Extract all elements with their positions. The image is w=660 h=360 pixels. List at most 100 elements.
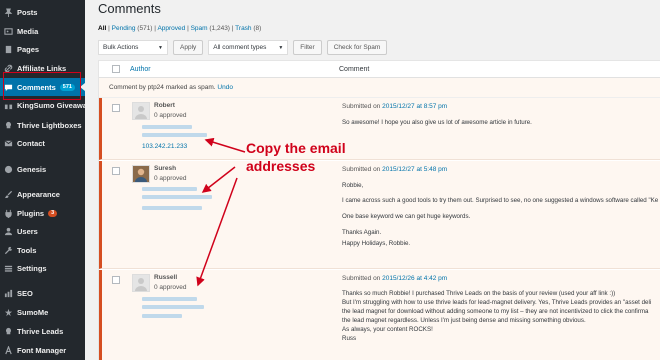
sidebar-item-thrive-lightboxes[interactable]: Thrive Lightboxes bbox=[0, 116, 85, 134]
approved-count: 0 approved bbox=[154, 284, 187, 291]
submitted-meta: Submitted on 2015/12/27 at 5:48 pm bbox=[342, 166, 448, 173]
sidebar-item-tools[interactable]: Tools bbox=[0, 241, 85, 259]
chevron-down-icon: ▼ bbox=[278, 44, 284, 51]
filter-spam[interactable]: Spam (1,243) bbox=[191, 25, 230, 32]
page-icon bbox=[3, 44, 13, 54]
comment-date-link[interactable]: 2015/12/26 at 4:42 pm bbox=[382, 275, 447, 282]
sidebar-item-genesis[interactable]: Genesis bbox=[0, 160, 85, 178]
author-ip-link[interactable]: 103.242.21.233 bbox=[142, 143, 187, 150]
row-checkbox[interactable] bbox=[112, 167, 120, 175]
sidebar-item-label: Pages bbox=[17, 44, 40, 54]
sidebar-item-pages[interactable]: Pages bbox=[0, 40, 85, 58]
redacted-ip bbox=[142, 314, 182, 318]
sidebar-item-font-manager[interactable]: Font Manager bbox=[0, 341, 85, 359]
sidebar-item-label: SumoMe bbox=[17, 307, 49, 317]
sidebar-item-kingsumo-giveaways[interactable]: KingSumo Giveaways bbox=[0, 96, 85, 114]
sidebar-item-users[interactable]: Users bbox=[0, 222, 85, 240]
filter-all[interactable]: All bbox=[98, 25, 106, 32]
brush-icon bbox=[3, 189, 13, 199]
sidebar-item-label: Posts bbox=[17, 7, 38, 17]
sidebar-item-label: Contact bbox=[17, 138, 45, 148]
settings-icon bbox=[3, 263, 13, 273]
sidebar-item-label: KingSumo Giveaways bbox=[17, 100, 85, 110]
bulk-actions-select[interactable]: Bulk Actions ▼ bbox=[98, 40, 168, 55]
filter-trash[interactable]: Trash (8) bbox=[235, 25, 261, 32]
sidebar-item-label: Media bbox=[17, 26, 39, 36]
comment-author-name: Suresh bbox=[154, 165, 177, 172]
apply-button[interactable]: Apply bbox=[173, 40, 204, 55]
column-author[interactable]: Author bbox=[130, 66, 151, 73]
comment-text-line: Thanks so much Robbie! I purchased Thriv… bbox=[342, 290, 616, 297]
comment-types-select[interactable]: All comment types ▼ bbox=[208, 40, 289, 55]
sidebar-item-posts[interactable]: Posts bbox=[0, 3, 85, 21]
sidebar-item-sumome[interactable]: SumoMe bbox=[0, 303, 85, 321]
sidebar-item-seo[interactable]: SEO bbox=[0, 284, 85, 302]
comment-text-line: As always, your content ROCKS! bbox=[342, 326, 433, 333]
sidebar-item-appearance[interactable]: Appearance bbox=[0, 185, 85, 203]
sidebar-item-label: Users bbox=[17, 226, 38, 236]
sidebar-item-plugins[interactable]: Plugins 3 bbox=[0, 204, 85, 222]
column-comment: Comment bbox=[339, 66, 370, 73]
wrench-icon bbox=[3, 245, 13, 255]
comment-author-name: Robert bbox=[154, 102, 175, 109]
comment-text-line: Happy Holidays, Robbie. bbox=[342, 240, 411, 247]
redacted-url bbox=[142, 195, 212, 199]
redacted-email bbox=[142, 187, 197, 191]
redacted-url bbox=[142, 305, 204, 309]
user-icon bbox=[3, 226, 13, 236]
mail-icon bbox=[3, 138, 13, 148]
table-row: Suresh 0 approved Submitted on 2015/12/2… bbox=[99, 161, 660, 269]
comment-text: So awesome! I hope you also give us lot … bbox=[342, 119, 532, 126]
annotation-callout: Copy the email addresses bbox=[246, 140, 346, 174]
sidebar-item-label: Thrive Lightboxes bbox=[17, 120, 82, 130]
filter-pending[interactable]: Pending (571) bbox=[112, 25, 153, 32]
genesis-icon bbox=[3, 164, 13, 174]
table-row: Robert 0 approved 103.242.21.233 Submitt… bbox=[99, 98, 660, 160]
page-title: Comments bbox=[98, 1, 161, 16]
screen: Posts Media Pages Affiliate Links Commen… bbox=[0, 0, 660, 360]
sidebar-item-settings[interactable]: Settings bbox=[0, 259, 85, 277]
sidebar-item-label: Tools bbox=[17, 245, 37, 255]
comment-text-line: Russ bbox=[342, 335, 357, 342]
sidebar-item-contact[interactable]: Contact bbox=[0, 134, 85, 152]
select-all-checkbox[interactable] bbox=[112, 65, 120, 73]
redacted-email bbox=[142, 125, 192, 129]
redacted-ip bbox=[142, 206, 202, 210]
row-checkbox[interactable] bbox=[112, 104, 120, 112]
sidebar-item-label: SEO bbox=[17, 288, 33, 298]
approved-count: 0 approved bbox=[154, 112, 187, 119]
comment-date-link[interactable]: 2015/12/27 at 8:57 pm bbox=[382, 103, 447, 110]
admin-sidebar: Posts Media Pages Affiliate Links Commen… bbox=[0, 0, 85, 360]
pin-icon bbox=[3, 7, 13, 17]
avatar bbox=[132, 274, 150, 292]
comment-text-line: the lead magnet for download without add… bbox=[342, 308, 649, 315]
sidebar-item-label: Appearance bbox=[17, 189, 60, 199]
redacted-email bbox=[142, 297, 197, 301]
comment-text-line: Robbie, bbox=[342, 182, 364, 189]
comment-date-link[interactable]: 2015/12/27 at 5:48 pm bbox=[382, 166, 447, 173]
comment-text-line: One base keyword we can get huge keyword… bbox=[342, 213, 471, 220]
chevron-down-icon: ▼ bbox=[158, 44, 163, 51]
submitted-meta: Submitted on 2015/12/27 at 8:57 pm bbox=[342, 103, 448, 110]
font-icon bbox=[3, 345, 13, 355]
status-filter-links: All | Pending (571) | Approved | Spam (1… bbox=[98, 25, 262, 32]
filter-button[interactable]: Filter bbox=[293, 40, 322, 55]
sidebar-item-thrive-leads[interactable]: Thrive Leads bbox=[0, 322, 85, 340]
plugins-update-badge: 3 bbox=[48, 209, 58, 217]
avatar bbox=[132, 102, 150, 120]
sidebar-item-label: Font Manager bbox=[17, 345, 67, 355]
filter-approved[interactable]: Approved bbox=[157, 25, 185, 32]
check-for-spam-button[interactable]: Check for Spam bbox=[326, 40, 388, 55]
sidebar-item-media[interactable]: Media bbox=[0, 22, 85, 40]
seo-icon bbox=[3, 288, 13, 298]
undo-link[interactable]: Undo bbox=[217, 84, 233, 91]
main-content: Comments All | Pending (571) | Approved … bbox=[85, 0, 660, 360]
sidebar-item-label: Settings bbox=[17, 263, 47, 273]
spam-notice: Comment by ptp24 marked as spam. Undo bbox=[99, 78, 660, 98]
comment-text-line: Thanks Again. bbox=[342, 229, 382, 236]
approved-count: 0 approved bbox=[154, 175, 187, 182]
avatar bbox=[132, 165, 150, 183]
comments-table: Author Comment Comment by ptp24 marked a… bbox=[98, 60, 660, 360]
row-checkbox[interactable] bbox=[112, 276, 120, 284]
leads-icon bbox=[3, 326, 13, 336]
